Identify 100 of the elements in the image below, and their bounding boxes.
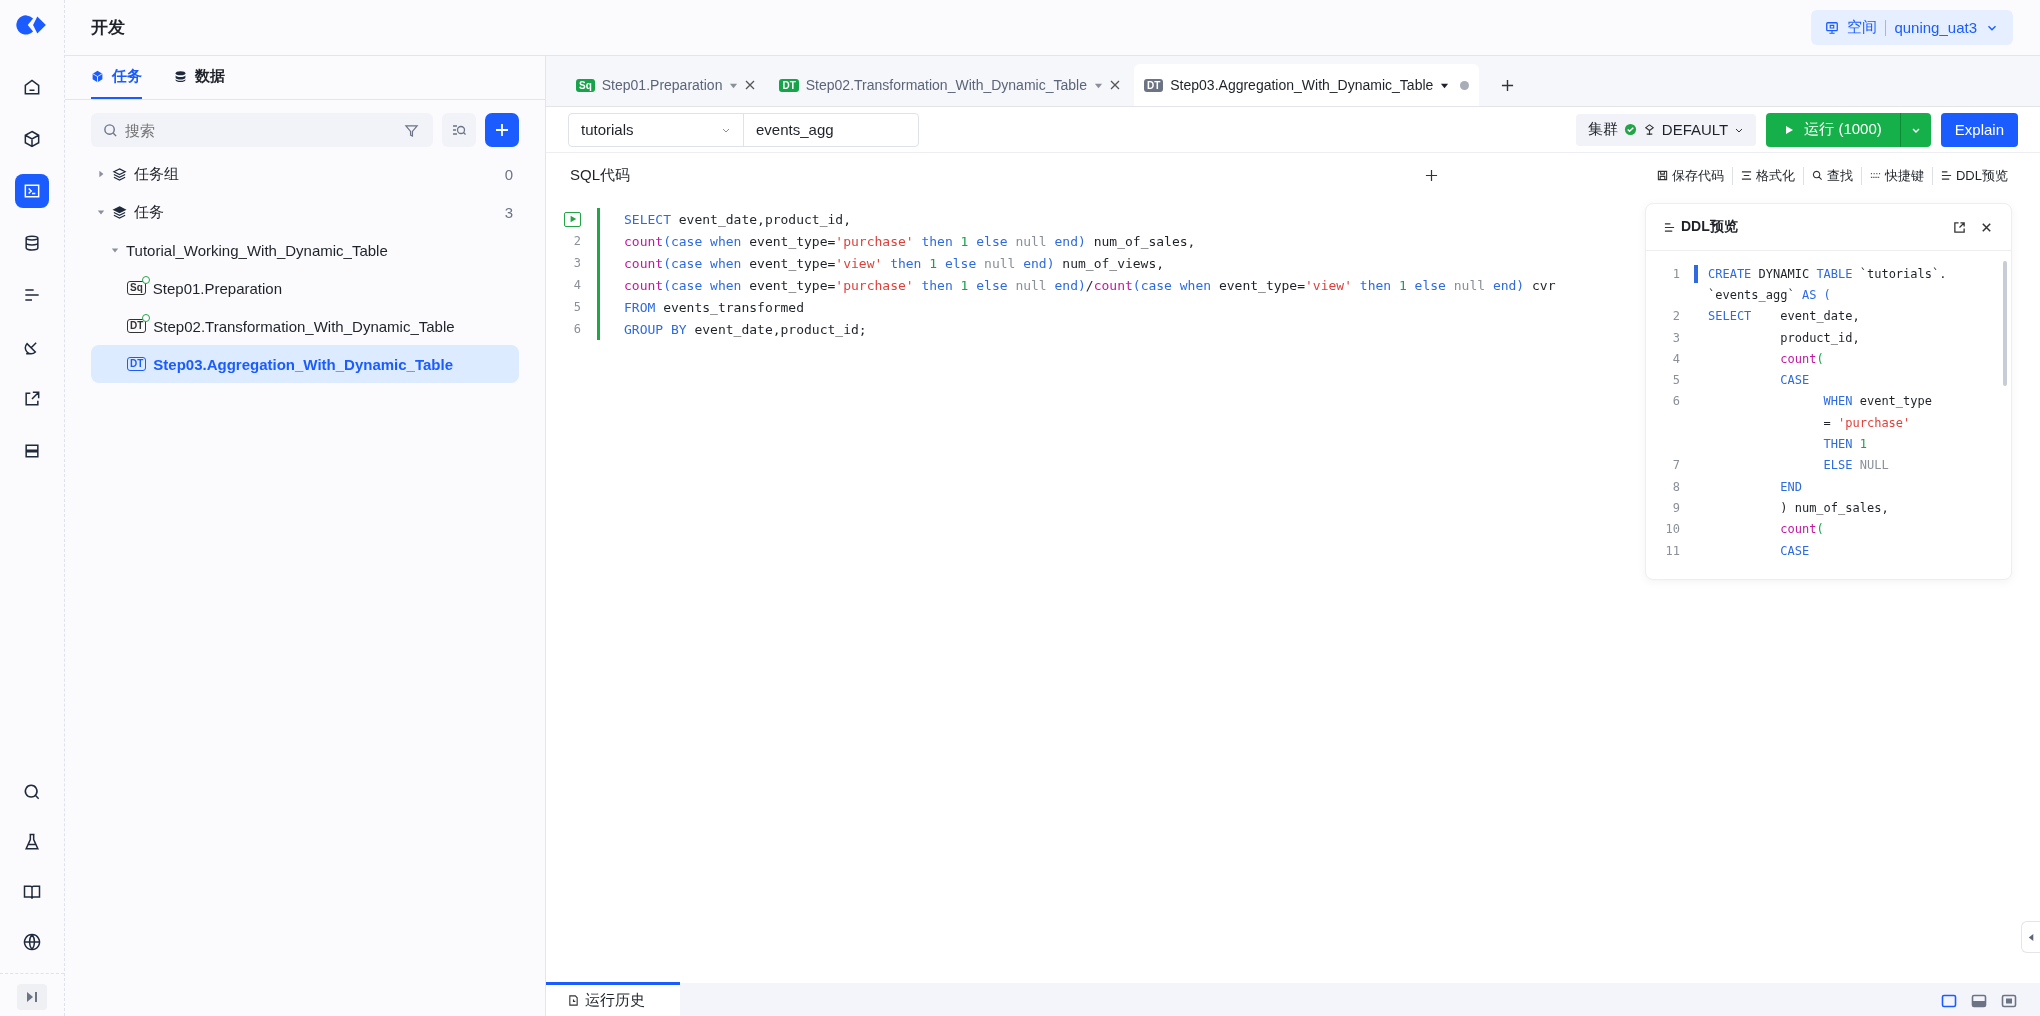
line-number: 10 bbox=[1665, 522, 1680, 537]
toolbar-action[interactable]: 格式化 bbox=[1732, 166, 1803, 185]
toolbar-action[interactable]: 快捷键 bbox=[1861, 166, 1932, 185]
line-number: 3 bbox=[1672, 330, 1680, 345]
add-button[interactable] bbox=[485, 113, 519, 147]
bottom-tab[interactable]: 运行历史 bbox=[546, 982, 680, 1016]
task-item[interactable]: DT Step02.Transformation_With_Dynamic_Table bbox=[91, 307, 519, 345]
cluster-select[interactable]: 集群 DEFAULT bbox=[1575, 113, 1757, 146]
section-title: SQL代码 bbox=[570, 166, 630, 185]
file-type-badge: DT bbox=[779, 78, 799, 92]
window-layout-icon[interactable] bbox=[1941, 992, 1957, 1009]
panel-tab[interactable]: 数据 bbox=[174, 56, 225, 99]
run-dropdown-button[interactable] bbox=[1899, 112, 1931, 147]
search-field[interactable]: 搜索 bbox=[91, 113, 433, 147]
code-line: count(case when event_type='purchase' then 1 else null end) num_of_sales, bbox=[624, 233, 1196, 249]
check-circle-icon bbox=[1623, 123, 1637, 136]
line-number: 2 bbox=[1672, 309, 1680, 324]
tree-folder[interactable]: Tutorial_Working_With_Dynamic_Table bbox=[91, 231, 519, 269]
search-icon[interactable] bbox=[1812, 170, 1823, 181]
monitor-icon bbox=[1825, 20, 1840, 35]
side-panel-toggle[interactable] bbox=[2021, 921, 2040, 953]
task-item[interactable]: DT Step03.Aggregation_With_Dynamic_Table bbox=[91, 345, 519, 383]
format-icon[interactable] bbox=[1741, 170, 1752, 181]
sidebar-toggle-icon[interactable] bbox=[24, 989, 40, 1005]
filter-icon[interactable] bbox=[404, 123, 419, 138]
code-line: THEN 1 bbox=[1822, 437, 1867, 451]
plus-icon[interactable] bbox=[494, 122, 510, 138]
file-type-badge: Sq bbox=[576, 78, 595, 92]
search-icon bbox=[103, 123, 118, 138]
code-line: CREATE DYNAMIC TABLE `tutorials`. bbox=[1708, 266, 1947, 281]
close-icon[interactable] bbox=[1109, 80, 1120, 90]
code-line: SELECT event_date, bbox=[1708, 309, 1860, 324]
file-type-badge: DT bbox=[1143, 78, 1164, 92]
editor-tab[interactable]: DT Step02.Transformation_With_Dynamic_Table bbox=[769, 64, 1130, 106]
line-number: 8 bbox=[1672, 479, 1680, 494]
editor-tab[interactable]: DT Step03.Aggregation_With_Dynamic_Table bbox=[1133, 64, 1480, 106]
open-external-icon[interactable] bbox=[1953, 220, 1966, 234]
panel-title: DDL预览 bbox=[1681, 218, 1738, 236]
line-number: 6 bbox=[1672, 394, 1680, 409]
workspace-button[interactable]: 空间 quning_uat3 bbox=[1811, 10, 2013, 45]
line-number: 7 bbox=[1672, 458, 1680, 473]
code-line: SELECT event_date,product_id, bbox=[624, 211, 851, 227]
code-line: END bbox=[1779, 479, 1802, 494]
line-number: 9 bbox=[1672, 500, 1680, 515]
database-icon bbox=[174, 70, 187, 83]
line-number: 6 bbox=[573, 322, 581, 336]
save-icon[interactable] bbox=[1657, 170, 1668, 181]
globe-icon[interactable] bbox=[22, 932, 42, 952]
fullscreen-icon[interactable] bbox=[2001, 992, 2017, 1009]
close-icon[interactable] bbox=[745, 80, 756, 90]
toolbar-action[interactable]: 查找 bbox=[1803, 166, 1861, 185]
line-number: 3 bbox=[573, 256, 581, 270]
add-icon[interactable] bbox=[1425, 169, 1438, 182]
layers-icon bbox=[112, 204, 127, 220]
line-number: 5 bbox=[1672, 373, 1680, 388]
book-icon[interactable] bbox=[22, 882, 42, 902]
line-number: 1 bbox=[1672, 266, 1680, 281]
expand-button[interactable] bbox=[17, 984, 47, 1010]
bottom-panel-icon[interactable] bbox=[1971, 992, 1987, 1009]
terminal-icon[interactable] bbox=[22, 181, 42, 201]
explain-button[interactable]: Explain bbox=[1940, 112, 2018, 147]
tree-group[interactable]: 任务组 0 bbox=[91, 155, 519, 193]
tree-group[interactable]: 任务 3 bbox=[91, 193, 519, 231]
code-line: CASE bbox=[1779, 373, 1810, 388]
database-icon[interactable] bbox=[22, 233, 42, 253]
code-line: `events_agg` AS ( bbox=[1708, 287, 1831, 302]
search-icon[interactable] bbox=[22, 782, 42, 802]
file-type-badge: DT bbox=[127, 357, 147, 371]
close-icon[interactable] bbox=[1980, 220, 1993, 234]
code-line: ) num_of_sales, bbox=[1779, 500, 1889, 515]
list-icon bbox=[1664, 221, 1675, 233]
locate-icon[interactable] bbox=[451, 122, 467, 138]
server-icon[interactable] bbox=[22, 441, 42, 461]
code-line: CASE bbox=[1779, 543, 1810, 558]
keyboard-icon[interactable] bbox=[1870, 170, 1881, 181]
line-number: 11 bbox=[1665, 543, 1680, 558]
locate-button[interactable] bbox=[442, 113, 476, 147]
play-icon[interactable] bbox=[1784, 124, 1795, 135]
toolbar-action[interactable]: 保存代码 bbox=[1649, 166, 1732, 185]
cube-icon[interactable] bbox=[22, 129, 42, 149]
line-number: 4 bbox=[573, 278, 581, 292]
flask-icon[interactable] bbox=[22, 832, 42, 852]
panel-tab[interactable]: 任务 bbox=[91, 56, 142, 99]
layers-icon bbox=[112, 166, 127, 182]
task-item[interactable]: Sq Step01.Preparation bbox=[91, 269, 519, 307]
editor-tab[interactable]: Sq Step01.Preparation bbox=[566, 64, 766, 106]
play-icon[interactable] bbox=[568, 215, 577, 223]
list-icon[interactable] bbox=[1941, 170, 1952, 181]
code-line: ELSE NULL bbox=[1822, 458, 1889, 473]
toolbar-action[interactable]: DDL预览 bbox=[1932, 166, 2016, 185]
scrollbar[interactable] bbox=[2003, 261, 2007, 386]
line-number: 4 bbox=[1672, 351, 1680, 366]
code-line: count(case when event_type='view' then 1 else null end) num_of_views, bbox=[624, 255, 1165, 271]
run-line-button[interactable] bbox=[564, 211, 581, 227]
code-line: count(case when event_type='purchase' then 1 else null end)/count(case when event_type='view' then 1 else null end) cvr bbox=[624, 277, 1556, 293]
home-icon[interactable] bbox=[22, 77, 42, 97]
export-icon[interactable] bbox=[22, 389, 42, 409]
history-icon[interactable] bbox=[568, 995, 579, 1006]
line-number: 5 bbox=[573, 300, 581, 314]
add-tab-icon[interactable] bbox=[1501, 79, 1515, 92]
